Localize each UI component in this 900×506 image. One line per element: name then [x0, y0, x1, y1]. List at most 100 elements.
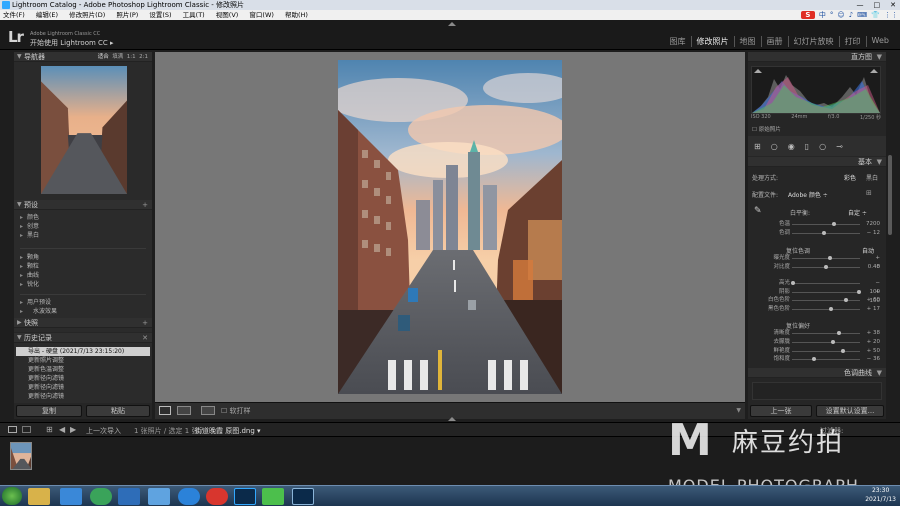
history-item[interactable]: 导出 - 硬盘 (2021/7/13 23:15:20) [16, 347, 150, 356]
slider-value[interactable]: 7200 [864, 220, 880, 229]
treatment-color[interactable]: 彩色 [844, 173, 856, 182]
bottom-panel-toggle-icon[interactable] [448, 417, 456, 421]
slider-value[interactable]: 0 [864, 263, 881, 272]
tint-slider[interactable]: 色调 − 12 [748, 229, 886, 238]
copy-button[interactable]: 复制 [16, 405, 82, 417]
slider-track[interactable] [792, 292, 860, 293]
sogou-ime-icon[interactable]: S [800, 11, 815, 19]
maximize-button[interactable]: □ [874, 0, 881, 10]
video-player-icon[interactable] [118, 488, 140, 505]
zoom-fit[interactable]: 适合 [98, 54, 109, 60]
profile-browser-icon[interactable]: ⊞ [866, 189, 872, 197]
filmstrip-filename[interactable]: 街道晚霞 原图.dng ▾ [195, 426, 261, 436]
redeye-icon[interactable]: ◉ [788, 142, 795, 151]
preset-group[interactable]: 黑白 [14, 231, 152, 240]
menu-edit[interactable]: 编辑(E) [36, 11, 58, 19]
module-book[interactable]: 画册 [762, 36, 789, 47]
slider-track[interactable] [792, 224, 860, 225]
wb-eyedropper-icon[interactable]: ✎ [754, 206, 762, 216]
back-arrow-icon[interactable]: ◀ [59, 425, 65, 434]
history-item[interactable]: 更新径向滤镜 [16, 392, 150, 401]
module-map[interactable]: 地图 [735, 36, 762, 47]
explorer-icon[interactable] [28, 488, 50, 505]
preset-group[interactable]: 锐化 [14, 280, 152, 289]
slider-value[interactable]: − 36 [864, 355, 880, 364]
slider-track[interactable] [792, 333, 860, 334]
histogram-header[interactable]: 直方图 ▼ [748, 52, 886, 62]
navigator-preview[interactable] [41, 66, 127, 194]
yy-compare-icon[interactable] [201, 406, 215, 415]
menu-settings[interactable]: 设置(S) [149, 11, 171, 19]
slider-knob[interactable] [829, 307, 834, 311]
preset-group[interactable]: 颗角 [14, 253, 152, 262]
history-item[interactable]: 更新照片调整 [16, 356, 150, 365]
close-button[interactable]: ✕ [890, 0, 896, 10]
preset-group[interactable]: 颗粒 [14, 262, 152, 271]
add-snapshot-icon[interactable]: + [142, 318, 148, 328]
ime-emoji-icon[interactable]: ☺ [837, 11, 844, 19]
module-web[interactable]: Web [867, 36, 894, 47]
ime-skin-icon[interactable]: 👕 [871, 11, 880, 19]
add-preset-icon[interactable]: + [142, 200, 148, 210]
slider-track[interactable] [792, 359, 860, 360]
module-print[interactable]: 打印 [840, 36, 867, 47]
module-slideshow[interactable]: 幻灯片放映 [789, 36, 840, 47]
original-photo-checkbox[interactable]: ☐ 原始照片 [752, 125, 781, 133]
slider-track[interactable] [792, 351, 860, 352]
top-panel-toggle-icon[interactable] [448, 22, 456, 26]
module-develop[interactable]: 修改照片 [692, 36, 735, 47]
ime-chinese-mode[interactable]: 中 [819, 10, 826, 20]
lightroom-icon[interactable] [292, 488, 314, 505]
slider-knob[interactable] [856, 290, 861, 294]
shadow-clip-icon[interactable] [754, 69, 762, 73]
treatment-bw[interactable]: 黑白 [866, 173, 878, 182]
slider-knob[interactable] [830, 340, 835, 344]
slider-knob[interactable] [841, 349, 845, 353]
slider-track[interactable] [792, 283, 860, 284]
zoom-2-1[interactable]: 2:1 [139, 54, 148, 60]
texture-slider[interactable]: 清晰度 + 38 [748, 329, 886, 338]
filmstrip-thumbnail[interactable] [10, 442, 32, 470]
basic-header[interactable]: 基本 ▼ [748, 157, 886, 167]
zoom-fill[interactable]: 填满 [112, 54, 123, 60]
slider-track[interactable] [792, 258, 860, 259]
slider-value[interactable]: + 20 [864, 338, 880, 347]
preset-group[interactable]: 曲线 [14, 271, 152, 280]
grid-icon[interactable]: ⊞ [46, 425, 53, 434]
zoom-1-1[interactable]: 1:1 [127, 54, 136, 60]
forward-arrow-icon[interactable]: ▶ [70, 425, 76, 434]
menu-view[interactable]: 视图(V) [216, 11, 239, 19]
ime-menu-icon[interactable]: ⋮⋮ [884, 11, 898, 19]
netease-music-icon[interactable] [206, 488, 228, 505]
wechat-icon[interactable] [262, 488, 284, 505]
profile-dropdown[interactable]: Adobe 颜色 ÷ [788, 190, 828, 199]
media-center-icon[interactable] [60, 488, 82, 505]
tone-curve-header[interactable]: 色调曲线 ▼ [748, 368, 886, 378]
photoshop-icon[interactable] [234, 488, 256, 505]
ime-keyboard-icon[interactable]: ⌨ [857, 11, 867, 19]
clear-history-icon[interactable]: ✕ [142, 333, 148, 343]
history-item[interactable]: 更新径向滤镜 [16, 383, 150, 392]
start-orb-icon[interactable] [2, 487, 22, 505]
whites-slider[interactable]: 白色色阶 + 60 [748, 296, 886, 305]
second-window-icon[interactable] [22, 426, 31, 433]
ime-punct-icon[interactable]: ° [830, 11, 834, 19]
slider-value[interactable]: − 12 [864, 229, 880, 238]
radial-filter-icon[interactable]: ○ [819, 142, 826, 151]
softproof-checkbox[interactable]: ☐ 软打样 [221, 406, 251, 416]
main-window-icon[interactable] [8, 426, 17, 433]
slider-knob[interactable] [832, 222, 837, 226]
ime-voice-icon[interactable]: ♪ [849, 11, 853, 19]
highlight-clip-icon[interactable] [870, 69, 878, 73]
before-after-icon[interactable] [177, 406, 191, 415]
menu-tools[interactable]: 工具(T) [183, 11, 205, 19]
menu-help[interactable]: 帮助(H) [285, 11, 308, 19]
snapshots-header[interactable]: ▶ 快照 + [14, 318, 152, 328]
navigator-header[interactable]: ▼ 导航器 适合 填满 1:1 2:1 [14, 52, 152, 62]
menu-photo[interactable]: 照片(P) [116, 11, 138, 19]
minimize-button[interactable]: — [857, 0, 864, 10]
slider-track[interactable] [792, 300, 860, 301]
crop-tool-icon[interactable]: ⊞ [754, 142, 761, 151]
preset-group[interactable]: 颜色 [14, 213, 152, 222]
graduated-filter-icon[interactable]: ▯ [805, 142, 809, 151]
